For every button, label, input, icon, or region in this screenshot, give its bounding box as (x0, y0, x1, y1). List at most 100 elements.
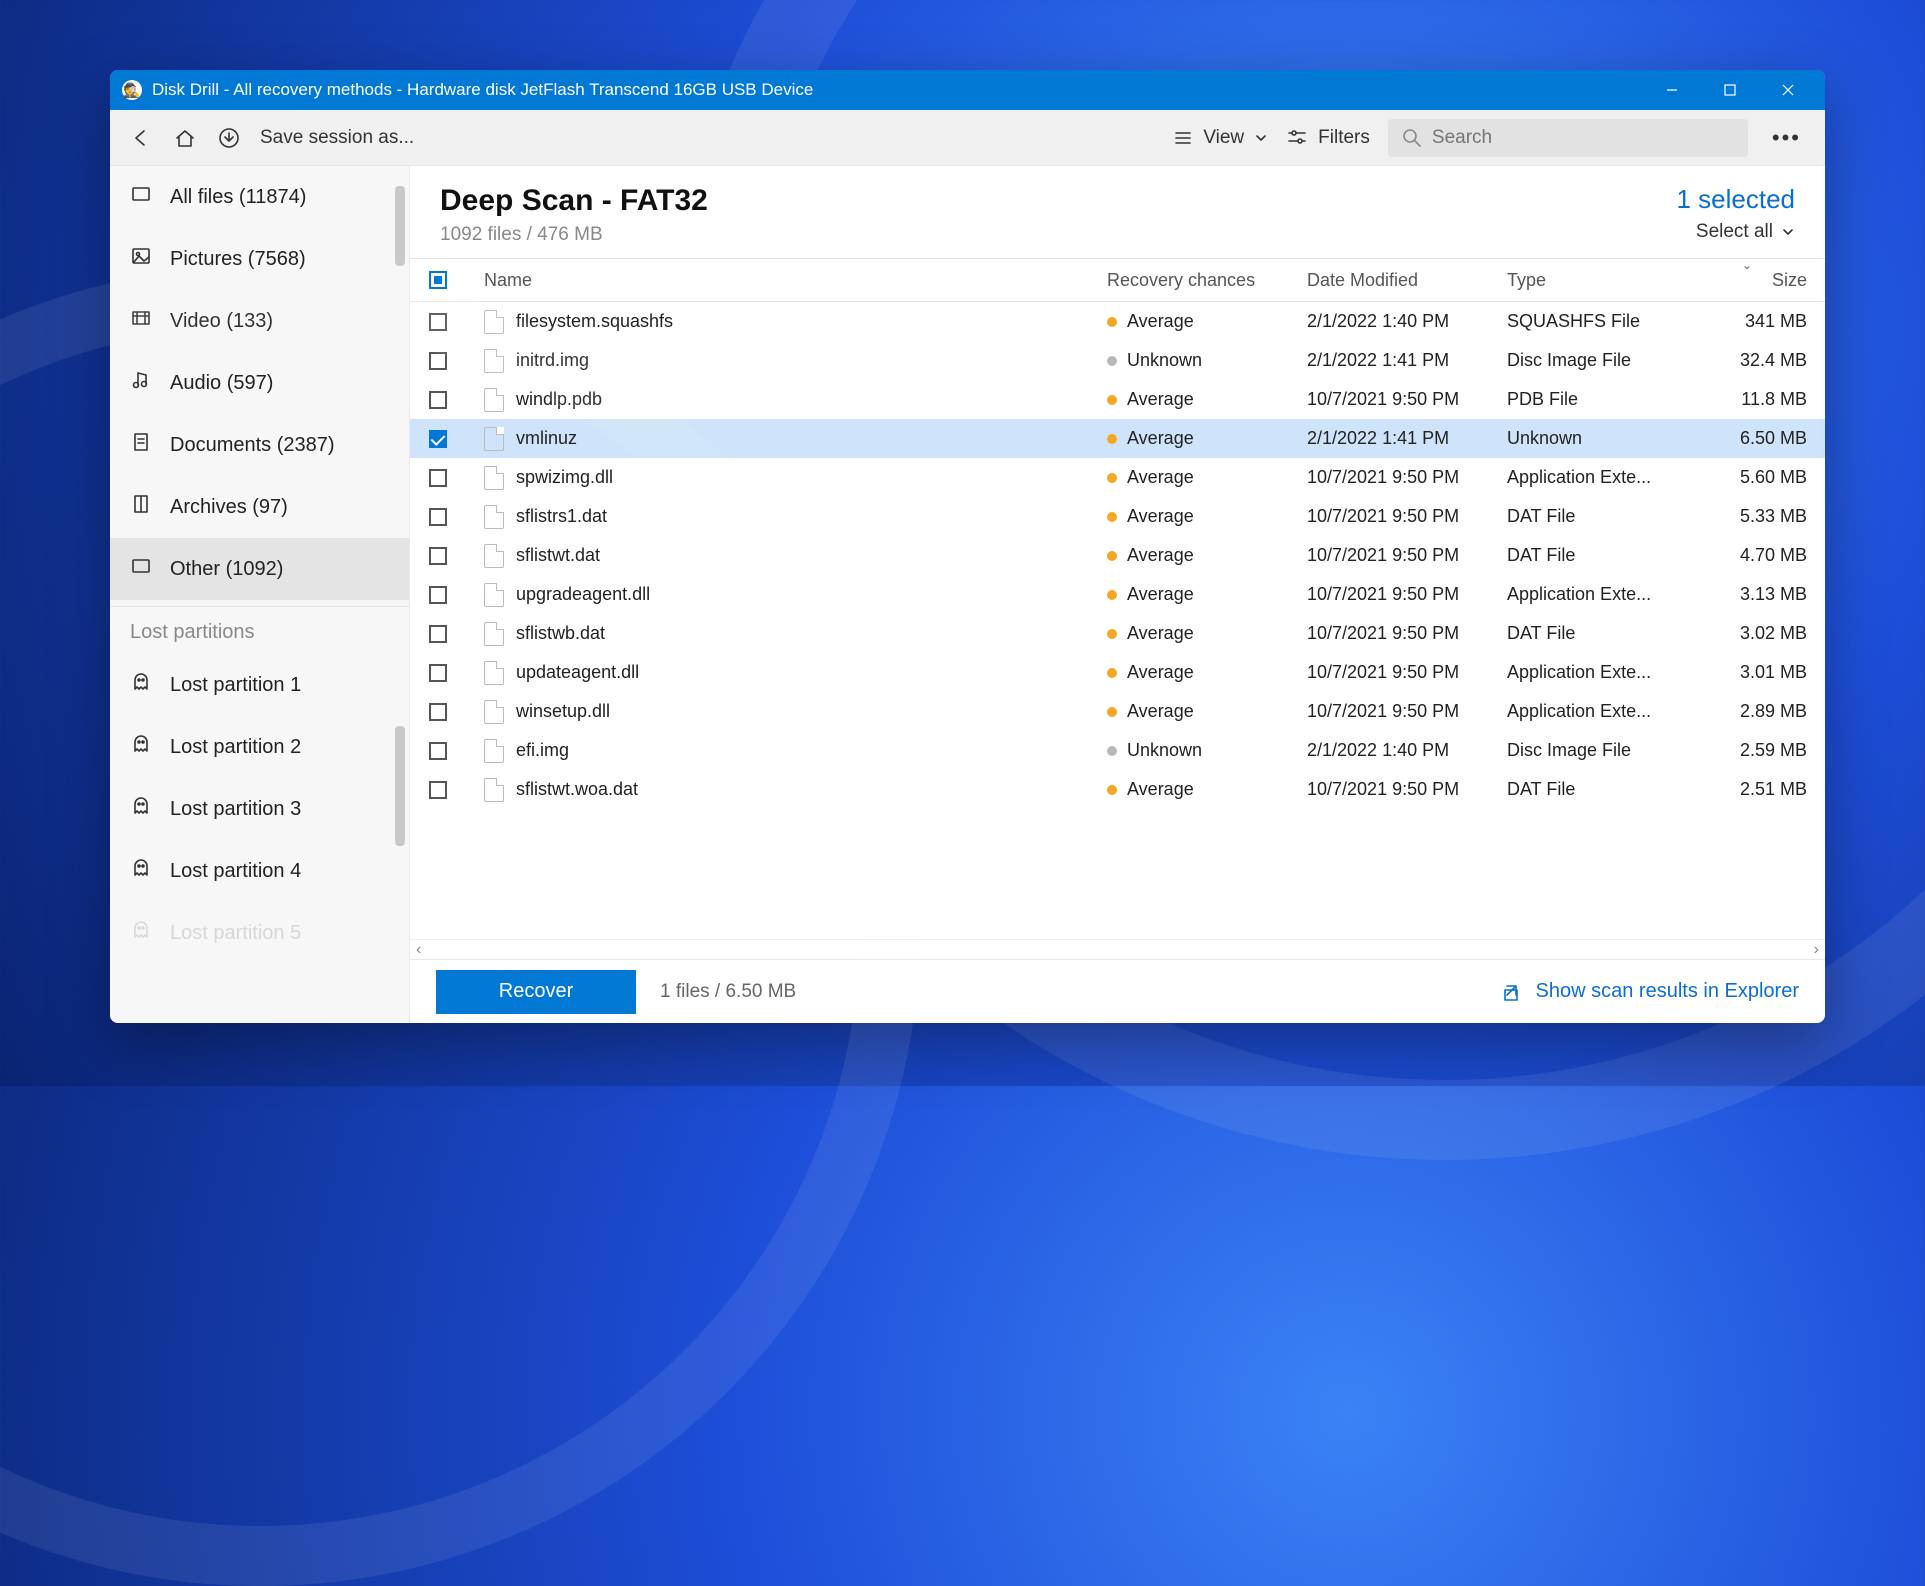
audio-icon (130, 369, 152, 397)
select-all-button[interactable]: Select all (1676, 221, 1795, 243)
sidebar-item-lost-partition[interactable]: Lost partition 5 (110, 902, 409, 964)
more-button[interactable]: ••• (1766, 125, 1807, 151)
sidebar-item-lost-partition[interactable]: Lost partition 1 (110, 654, 409, 716)
table-row[interactable]: windlp.pdb Average 10/7/2021 9:50 PM PDB… (410, 380, 1825, 419)
date-modified: 10/7/2021 9:50 PM (1307, 389, 1507, 410)
table-row[interactable]: filesystem.squashfs Average 2/1/2022 1:4… (410, 302, 1825, 341)
sidebar-item-pictures[interactable]: Pictures (7568) (110, 228, 409, 290)
table-row[interactable]: sflistrs1.dat Average 10/7/2021 9:50 PM … (410, 497, 1825, 536)
table-row[interactable]: upgradeagent.dll Average 10/7/2021 9:50 … (410, 575, 1825, 614)
sidebar-item-lost-partition[interactable]: Lost partition 4 (110, 840, 409, 902)
date-modified: 2/1/2022 1:40 PM (1307, 311, 1507, 332)
list-icon (1173, 128, 1193, 148)
table-row[interactable]: sflistwt.dat Average 10/7/2021 9:50 PM D… (410, 536, 1825, 575)
save-session-button[interactable]: Save session as... (260, 127, 414, 149)
sidebar-item-label: Lost partition 5 (170, 922, 301, 945)
sidebar-item-label: Audio (597) (170, 372, 273, 395)
table-row[interactable]: sflistwt.woa.dat Average 10/7/2021 9:50 … (410, 770, 1825, 809)
row-checkbox[interactable] (429, 586, 447, 604)
scrollbar-thumb[interactable] (395, 186, 405, 266)
table-row[interactable]: initrd.img Unknown 2/1/2022 1:41 PM Disc… (410, 341, 1825, 380)
search-box[interactable] (1388, 119, 1748, 157)
save-icon[interactable] (216, 125, 242, 151)
date-modified: 10/7/2021 9:50 PM (1307, 779, 1507, 800)
row-checkbox[interactable] (429, 703, 447, 721)
date-modified: 10/7/2021 9:50 PM (1307, 701, 1507, 722)
row-checkbox[interactable] (429, 508, 447, 526)
file-type: DAT File (1507, 545, 1687, 566)
archives-icon (130, 493, 152, 521)
app-window: 🕵️ Disk Drill - All recovery methods - H… (110, 70, 1825, 1023)
recovery-chance: Average (1127, 584, 1194, 604)
file-icon (484, 661, 504, 685)
sidebar-item-documents[interactable]: Documents (2387) (110, 414, 409, 476)
column-size[interactable]: ⌄ Size (1687, 270, 1807, 291)
file-size: 5.60 MB (1687, 467, 1807, 488)
row-checkbox[interactable] (429, 664, 447, 682)
table-row[interactable]: efi.img Unknown 2/1/2022 1:40 PM Disc Im… (410, 731, 1825, 770)
column-type[interactable]: Type (1507, 270, 1687, 291)
column-name[interactable]: Name (466, 270, 1107, 291)
row-checkbox[interactable] (429, 391, 447, 409)
sidebar-item-all-files[interactable]: All files (11874) (110, 166, 409, 228)
file-name: sflistwt.dat (516, 545, 600, 566)
row-checkbox[interactable] (429, 430, 447, 448)
file-name: efi.img (516, 740, 569, 761)
recovery-chance: Average (1127, 545, 1194, 565)
status-dot-icon (1107, 395, 1117, 405)
file-name: sflistrs1.dat (516, 506, 607, 527)
table-row[interactable]: sflistwb.dat Average 10/7/2021 9:50 PM D… (410, 614, 1825, 653)
sidebar-item-audio[interactable]: Audio (597) (110, 352, 409, 414)
select-all-checkbox[interactable] (429, 271, 447, 289)
row-checkbox[interactable] (429, 469, 447, 487)
status-dot-icon (1107, 629, 1117, 639)
row-checkbox[interactable] (429, 547, 447, 565)
search-input[interactable] (1432, 127, 1734, 149)
sidebar-item-video[interactable]: Video (133) (110, 290, 409, 352)
view-dropdown[interactable]: View (1173, 127, 1268, 149)
ghost-icon (130, 671, 152, 699)
table-row[interactable]: winsetup.dll Average 10/7/2021 9:50 PM A… (410, 692, 1825, 731)
scroll-right-icon[interactable]: › (1814, 941, 1819, 959)
sidebar-item-lost-partition[interactable]: Lost partition 3 (110, 778, 409, 840)
file-type: Unknown (1507, 428, 1687, 449)
scroll-left-icon[interactable]: ‹ (416, 941, 421, 959)
sidebar-item-lost-partition[interactable]: Lost partition 2 (110, 716, 409, 778)
filters-button[interactable]: Filters (1286, 127, 1370, 149)
toolbar: Save session as... View Filters ••• (110, 110, 1825, 166)
back-button[interactable] (128, 125, 154, 151)
recover-button[interactable]: Recover (436, 970, 636, 1014)
file-size: 3.02 MB (1687, 623, 1807, 644)
sidebar-item-other[interactable]: Other (1092) (110, 538, 409, 600)
home-button[interactable] (172, 125, 198, 151)
row-checkbox[interactable] (429, 781, 447, 799)
footer: Recover 1 files / 6.50 MB Show scan resu… (410, 959, 1825, 1023)
recovery-chance: Average (1127, 662, 1194, 682)
table-row[interactable]: vmlinuz Average 2/1/2022 1:41 PM Unknown… (410, 419, 1825, 458)
ghost-icon (130, 795, 152, 823)
file-size: 2.59 MB (1687, 740, 1807, 761)
file-icon (484, 427, 504, 451)
row-checkbox[interactable] (429, 313, 447, 331)
sidebar-item-archives[interactable]: Archives (97) (110, 476, 409, 538)
maximize-button[interactable] (1701, 70, 1759, 110)
row-checkbox[interactable] (429, 625, 447, 643)
table-row[interactable]: spwizimg.dll Average 10/7/2021 9:50 PM A… (410, 458, 1825, 497)
scrollbar-thumb[interactable] (395, 726, 405, 846)
sidebar-scrollbar[interactable] (393, 166, 407, 1023)
row-checkbox[interactable] (429, 742, 447, 760)
file-name: upgradeagent.dll (516, 584, 650, 605)
column-date[interactable]: Date Modified (1307, 270, 1507, 291)
file-size: 2.89 MB (1687, 701, 1807, 722)
sidebar-item-label: Lost partition 1 (170, 674, 301, 697)
minimize-button[interactable] (1643, 70, 1701, 110)
close-button[interactable] (1759, 70, 1817, 110)
show-in-explorer-link[interactable]: Show scan results in Explorer (1502, 980, 1799, 1003)
column-recovery[interactable]: Recovery chances (1107, 270, 1307, 291)
table-row[interactable]: updateagent.dll Average 10/7/2021 9:50 P… (410, 653, 1825, 692)
file-type: Disc Image File (1507, 740, 1687, 761)
recovery-chance: Average (1127, 389, 1194, 409)
row-checkbox[interactable] (429, 352, 447, 370)
horizontal-scrollbar[interactable]: ‹ › (410, 939, 1825, 959)
file-name: vmlinuz (516, 428, 577, 449)
